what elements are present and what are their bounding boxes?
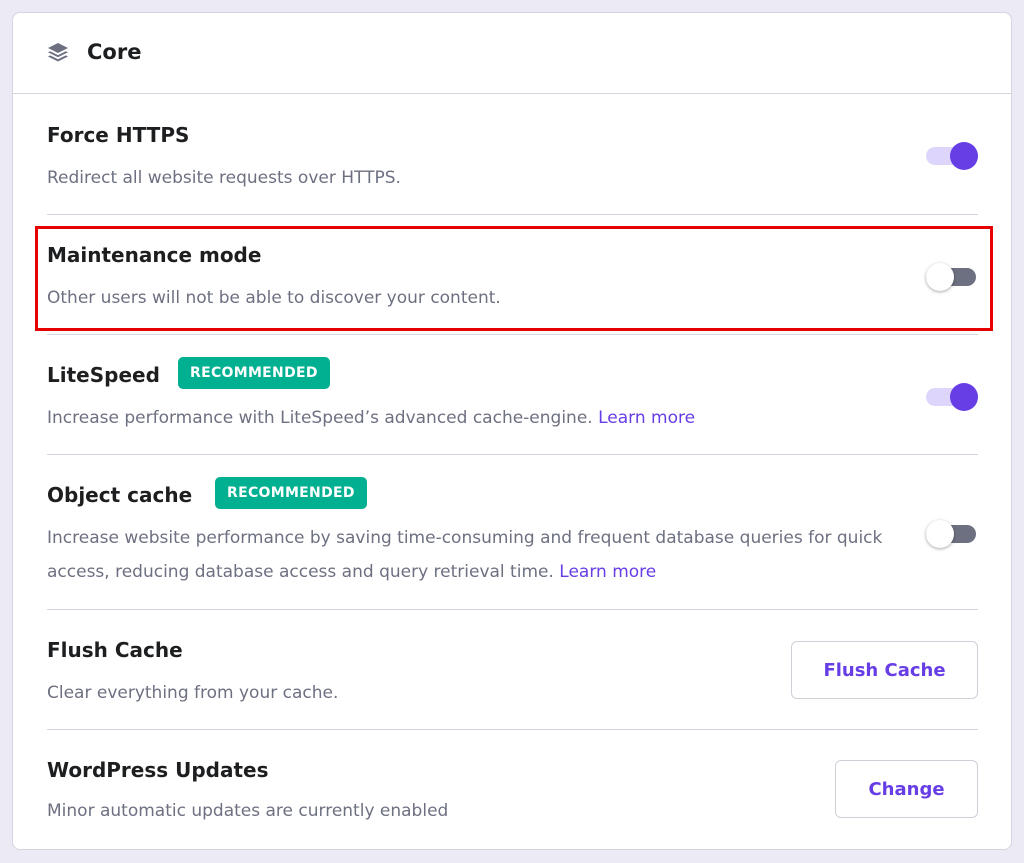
card-title: Core xyxy=(87,40,142,64)
layers-icon xyxy=(48,43,68,62)
setting-title: Flush Cache xyxy=(47,638,183,662)
setting-row-flush-cache: Flush Cache Clear everything from your c… xyxy=(47,610,978,730)
litespeed-toggle[interactable] xyxy=(926,381,978,411)
setting-description: Minor automatic updates are currently en… xyxy=(47,801,449,821)
setting-description: Redirect all website requests over HTTPS… xyxy=(47,168,401,188)
setting-row-object-cache: Object cache RECOMMENDED Increase websit… xyxy=(47,455,978,610)
setting-row-litespeed: LiteSpeed RECOMMENDED Increase performan… xyxy=(47,335,978,455)
setting-description: Increase website performance by saving t… xyxy=(47,521,907,589)
force-https-toggle[interactable] xyxy=(926,140,978,170)
recommended-badge: RECOMMENDED xyxy=(215,477,367,509)
setting-title: Object cache xyxy=(47,483,193,507)
maintenance-mode-highlight-box xyxy=(35,226,993,331)
toggle-knob xyxy=(926,520,954,548)
recommended-badge: RECOMMENDED xyxy=(178,357,330,389)
setting-title: WordPress Updates xyxy=(47,758,269,782)
setting-description: Increase performance with LiteSpeed’s ad… xyxy=(47,401,695,435)
setting-title: Force HTTPS xyxy=(47,123,190,147)
setting-row-wordpress-updates: WordPress Updates Minor automatic update… xyxy=(47,730,978,849)
toggle-knob xyxy=(950,383,978,411)
learn-more-link[interactable]: Learn more xyxy=(559,562,656,582)
core-settings-card: Core Force HTTPS Redirect all website re… xyxy=(12,12,1012,850)
object-cache-toggle[interactable] xyxy=(926,518,978,548)
change-updates-button[interactable]: Change xyxy=(835,760,978,818)
flush-cache-button[interactable]: Flush Cache xyxy=(791,641,978,699)
setting-description: Clear everything from your cache. xyxy=(47,683,339,703)
toggle-knob xyxy=(950,142,978,170)
description-text: Increase website performance by saving t… xyxy=(47,528,883,582)
setting-title: LiteSpeed xyxy=(47,363,160,387)
learn-more-link[interactable]: Learn more xyxy=(598,408,695,428)
setting-row-force-https: Force HTTPS Redirect all website request… xyxy=(47,93,978,215)
description-text: Increase performance with LiteSpeed’s ad… xyxy=(47,408,593,428)
card-header: Core xyxy=(13,13,1011,94)
